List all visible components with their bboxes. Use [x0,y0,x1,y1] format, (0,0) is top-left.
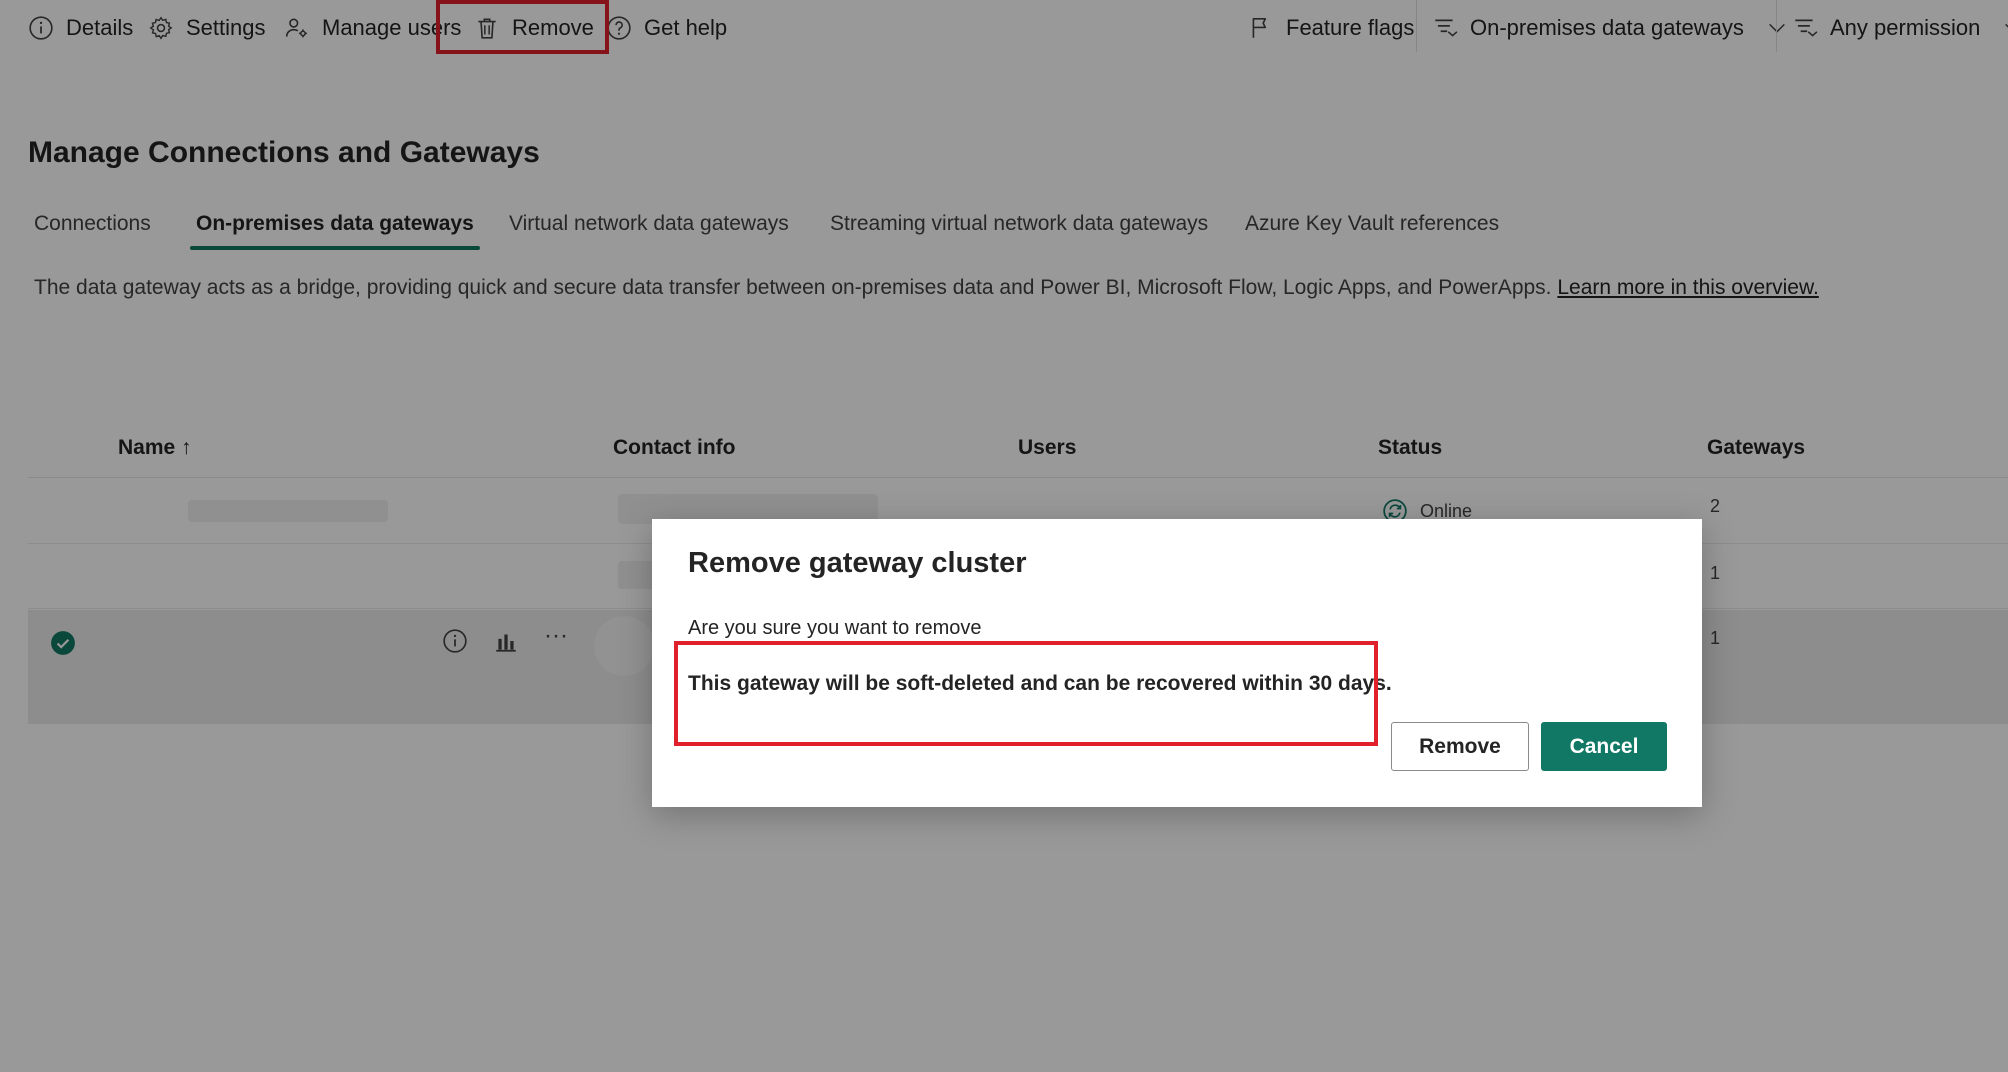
dialog-title: Remove gateway cluster [688,547,1027,579]
dialog-question: Are you sure you want to remove [688,617,982,639]
gateways-page: Details Settings Manage users Remove Get… [0,0,2008,1072]
cancel-button[interactable]: Cancel [1541,722,1667,771]
remove-button[interactable]: Remove [1391,722,1529,771]
annotation-highlight-warning [674,641,1378,746]
